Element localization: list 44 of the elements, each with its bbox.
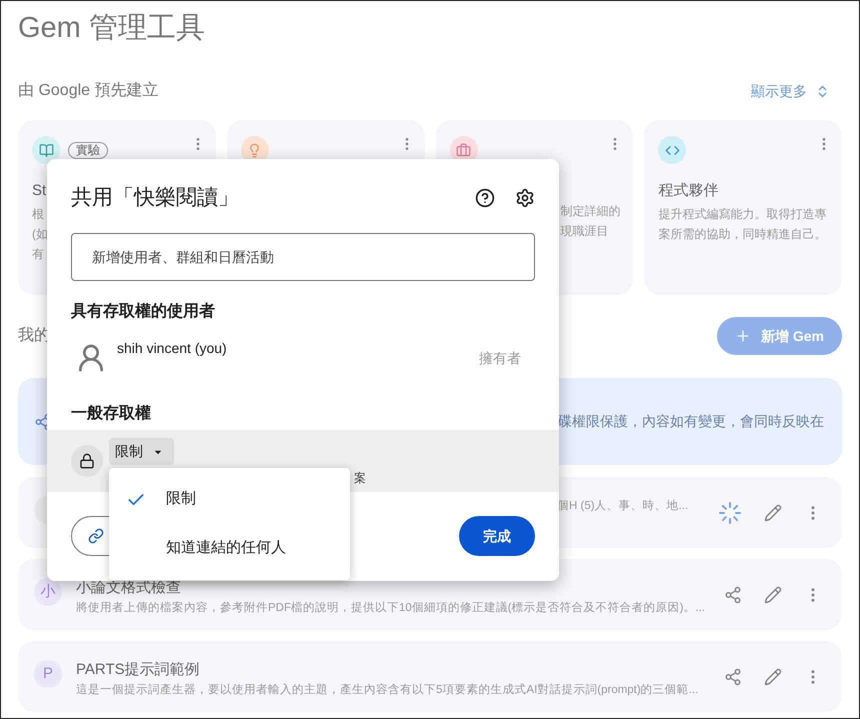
gem-description: 這是一個提示詞產生器，要以使用者輸入的主題，產生內容含有以下5項要素的生成式AI對話提示詞(prompt)的三個範...: [76, 682, 700, 698]
card-title: 程式夥伴: [658, 181, 718, 201]
book-icon: [32, 136, 60, 164]
invite-field[interactable]: 新增使用者、群組和日曆活動: [71, 233, 535, 281]
dialog-title: 共用「快樂閱讀」: [71, 185, 239, 212]
person-role: 擁有者: [479, 348, 521, 368]
banner-text: 碟權限保護，內容如有變更，會同時反映在: [558, 412, 824, 431]
show-more-button[interactable]: 顯示更多: [751, 80, 842, 102]
menu-item[interactable]: 限制: [109, 475, 350, 524]
share-icon[interactable]: [724, 668, 742, 686]
link-icon: [88, 528, 104, 544]
card-description: 有: [32, 246, 44, 263]
card-description: (如: [32, 226, 48, 243]
page-title: Gem 管理工具: [18, 11, 206, 46]
gem-description: 個H (5)人、事、時、地...: [557, 498, 690, 514]
code-icon: [658, 136, 686, 164]
lock-icon: [71, 445, 103, 477]
section-heading: 具有存取權的使用者: [70, 302, 216, 322]
edit-icon[interactable]: [764, 586, 782, 604]
section-heading: 一般存取權: [70, 404, 152, 424]
edit-icon[interactable]: [764, 504, 782, 522]
access-dropdown[interactable]: 限制: [109, 438, 174, 465]
gem-avatar: 小: [34, 578, 62, 606]
person-name: shih vincent (you): [117, 339, 227, 358]
share-icon[interactable]: [724, 586, 742, 604]
gem-row[interactable]: P PARTS提示詞範例 這是一個提示詞產生器，要以使用者輸入的主題，產生內容含有以下5項要素的生成式AI對話提示詞(prompt)的三個範...: [18, 641, 842, 712]
section-heading: 由 Google 預先建立: [18, 80, 158, 101]
edit-icon[interactable]: [764, 668, 782, 686]
card-description: 提升程式編寫能力。取得打造專: [658, 206, 826, 223]
gem-title: PARTS提示詞範例: [76, 660, 201, 680]
card-description: 根: [32, 206, 44, 223]
gem-avatar: P: [34, 660, 62, 688]
card-description: 案所需的協助，同時精進自己。: [658, 226, 826, 243]
plus-icon: [734, 328, 751, 344]
card-description: 現職涯目: [560, 223, 608, 240]
loading-spinner-icon: [718, 500, 742, 524]
card-description: 制定詳細的: [560, 203, 620, 220]
help-icon[interactable]: [475, 188, 495, 208]
gem-card[interactable]: 程式夥伴 提升程式編寫能力。取得打造專 案所需的協助，同時精進自己。: [644, 120, 842, 295]
done-button[interactable]: 完成: [459, 516, 535, 556]
access-note: 案: [354, 470, 366, 487]
settings-icon[interactable]: [515, 188, 535, 208]
gem-description: 將使用者上傳的檔案內容，參考附件PDF檔的說明，提供以下10個細項的修正建議(標示是否符合及不符合者的原因)。...: [76, 600, 706, 616]
card-title: St: [32, 181, 46, 201]
